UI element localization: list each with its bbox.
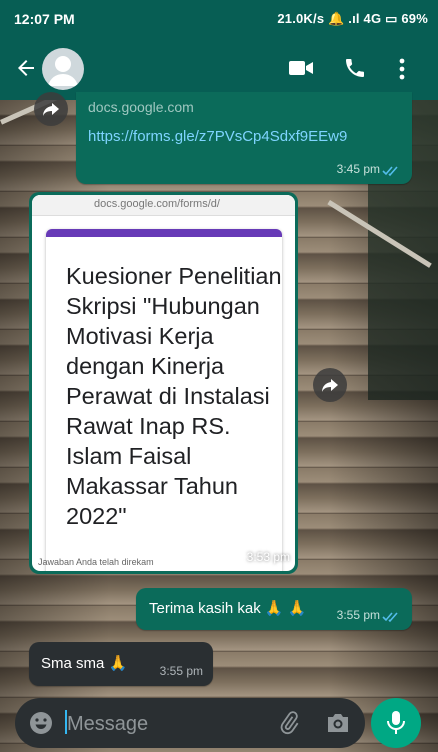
emoji-icon[interactable] (29, 711, 53, 735)
more-vert-icon[interactable] (396, 56, 408, 82)
link-preview-domain: docs.google.com (88, 99, 194, 115)
avatar[interactable] (42, 48, 84, 90)
forward-button[interactable] (34, 92, 68, 126)
video-call-icon[interactable] (288, 58, 314, 78)
message-input[interactable] (65, 710, 269, 738)
forward-icon (43, 103, 59, 116)
message-time: 3:45 pm (336, 162, 380, 176)
camera-icon[interactable] (325, 711, 351, 735)
status-bar: 12:07 PM 21.0K/s 🔔 .ıl 4G ▭ 69% (0, 0, 438, 38)
back-arrow-icon[interactable] (14, 56, 38, 80)
attach-icon[interactable] (277, 711, 301, 735)
message-text: Terima kasih kak 🙏 🙏 (149, 600, 307, 617)
mic-icon (387, 711, 405, 734)
url-text: docs.google.com/forms/d/ (94, 198, 220, 210)
message-time: 3:55 pm (159, 664, 203, 678)
message-text: Sma sma 🙏 (41, 655, 128, 672)
voice-message-button[interactable] (371, 698, 421, 748)
form-footer-text: Jawaban Anda telah direkam (38, 557, 154, 567)
read-ticks-icon (382, 166, 398, 177)
incoming-image-message[interactable]: docs.google.com/forms/d/ Kuesioner Penel… (29, 192, 298, 574)
form-screenshot-image: docs.google.com/forms/d/ Kuesioner Penel… (32, 195, 295, 571)
forward-icon (322, 379, 338, 392)
voice-call-icon[interactable] (343, 56, 367, 80)
message-time: 3:55 pm (336, 608, 380, 622)
message-link[interactable]: https://forms.gle/z7PVsCp4Sdxf9EEw9 (88, 128, 347, 145)
message-time: 3:53 pm (246, 550, 290, 564)
chat-toolbar (0, 38, 438, 100)
status-indicators: 21.0K/s 🔔 .ıl 4G ▭ 69% (277, 11, 428, 26)
outgoing-text-message[interactable]: Terima kasih kak 🙏 🙏 3:55 pm (136, 588, 412, 630)
forward-button[interactable] (313, 368, 347, 402)
incoming-text-message[interactable]: Sma sma 🙏 3:55 pm (29, 642, 213, 686)
browser-url-bar: docs.google.com/forms/d/ (32, 195, 295, 216)
form-card: Kuesioner Penelitian Skripsi "Hubungan M… (46, 229, 282, 571)
default-avatar-icon (48, 56, 78, 86)
outgoing-link-message[interactable]: docs.google.com https://forms.gle/z7PVsC… (76, 92, 412, 184)
read-ticks-icon (382, 612, 398, 623)
form-title: Kuesioner Penelitian Skripsi "Hubungan M… (66, 263, 282, 529)
message-composer (15, 698, 365, 748)
status-time: 12:07 PM (14, 11, 75, 27)
